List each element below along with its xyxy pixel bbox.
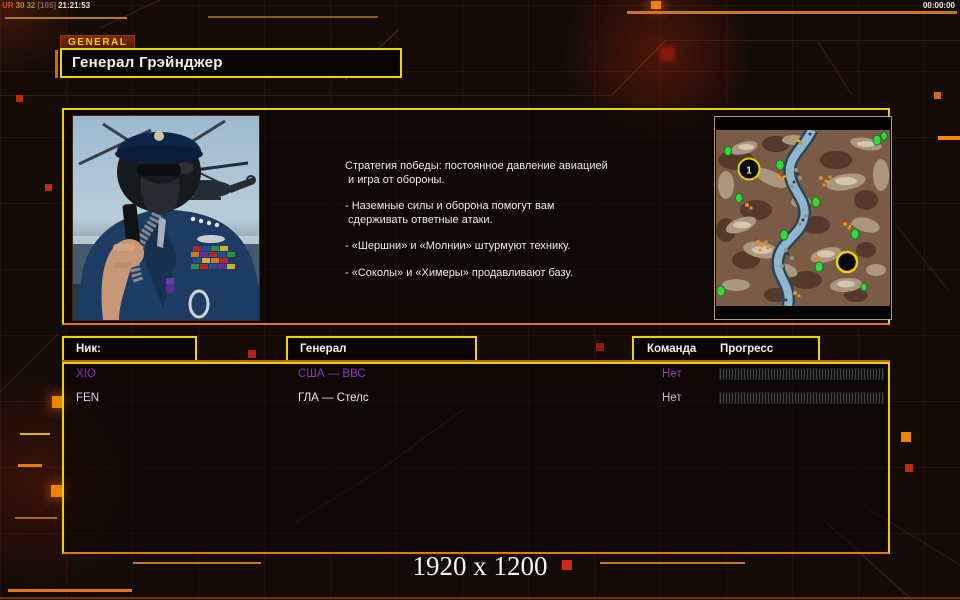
player-general: США — ВВС (298, 368, 366, 381)
player-team: Нет (662, 392, 682, 405)
svg-text:1: 1 (746, 166, 752, 177)
header-label: Команда (647, 338, 696, 360)
decor-square (901, 432, 911, 442)
decor-square (596, 343, 604, 351)
debug-seg: 30 (16, 1, 25, 10)
decor-square (248, 350, 256, 358)
debug-stats: UR3032[165]21:21:53 (2, 1, 92, 10)
match-timer: 00:00:00 (923, 1, 955, 10)
decor-line (55, 50, 58, 78)
debug-clock: 21:21:53 (58, 1, 90, 10)
briefing-paragraph: - Наземные силы и оборона помогут вам сд… (345, 200, 675, 227)
player-progress-bar (719, 368, 884, 380)
decor-line (938, 136, 960, 140)
minimap: 1 (714, 116, 892, 320)
debug-seg: UR (2, 1, 14, 10)
general-portrait (72, 115, 260, 321)
player-team: Нет (662, 368, 682, 381)
general-portrait-image (73, 116, 259, 320)
player-general: ГЛА — Стелс (298, 392, 369, 405)
column-header-team-progress: Команда Прогресс (632, 336, 820, 362)
minimap-start-position-1: 1 (739, 159, 760, 180)
decor-line (0, 597, 960, 599)
players-panel (62, 362, 890, 554)
decor-line (20, 433, 50, 435)
decor-line (15, 517, 57, 519)
decor-line (208, 16, 378, 18)
header-label: Прогресс (720, 338, 773, 360)
page-title: Генерал Грэйнджер (60, 48, 402, 78)
decor-square (934, 92, 941, 99)
player-nick: XIO (76, 368, 96, 381)
briefing-paragraph: - «Соколы» и «Химеры» продавливают базу. (345, 267, 675, 281)
column-header-nick: Ник: (62, 336, 197, 362)
resolution-label: 1920 x 1200 (0, 551, 960, 582)
decor-square (16, 95, 23, 102)
strategy-briefing: Стратегия победы: постоянное давление ав… (345, 160, 675, 293)
header-label: Генерал (300, 338, 346, 360)
decor-square (660, 46, 675, 61)
player-progress-bar (719, 392, 884, 404)
briefing-paragraph: Стратегия победы: постоянное давление ав… (345, 160, 675, 187)
tab-general[interactable]: GENERAL (60, 35, 135, 49)
decor-square (651, 1, 661, 9)
debug-seg: 32 (26, 1, 35, 10)
column-header-general: Генерал (286, 336, 477, 362)
decor-line (627, 11, 957, 14)
decor-line (18, 464, 42, 467)
decor-square (905, 464, 913, 472)
player-nick: FEN (76, 392, 99, 405)
debug-seg: [165] (37, 1, 56, 10)
minimap-start-position-2 (837, 252, 857, 272)
decor-square (45, 184, 52, 191)
decor-line (8, 589, 132, 592)
decor-line (5, 17, 127, 19)
header-label: Ник: (76, 338, 101, 360)
minimap-image: 1 (716, 130, 890, 306)
briefing-paragraph: - «Шершни» и «Молнии» штурмуют технику. (345, 240, 675, 254)
